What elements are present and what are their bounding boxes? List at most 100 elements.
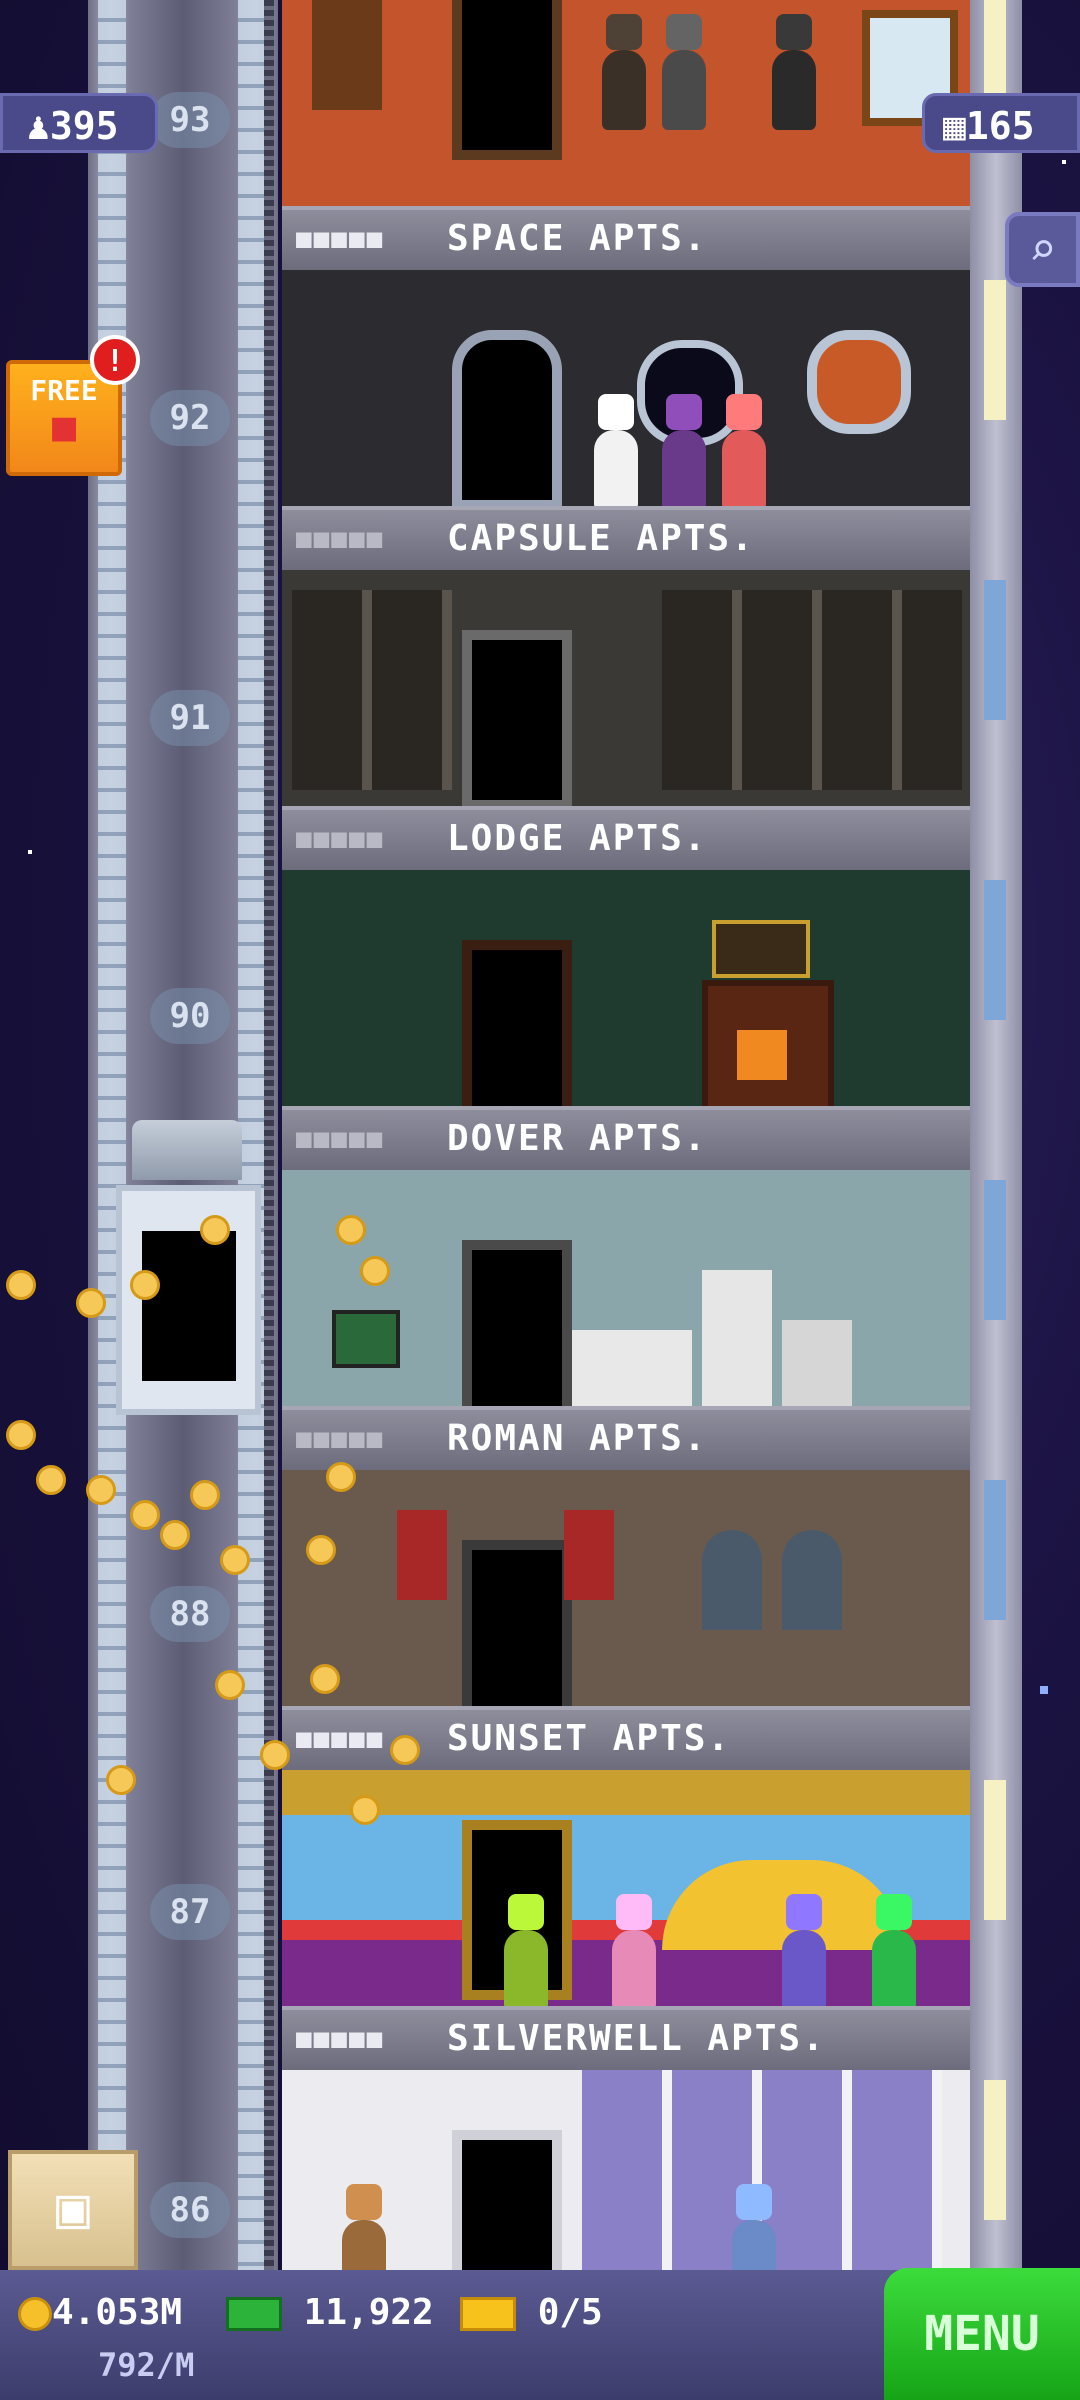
bux-counter[interactable]: ▦165 [922,93,1080,153]
bookshelf [312,0,382,110]
tenant[interactable] [772,50,816,130]
column-window [984,2080,1006,2220]
coins-value: 4.053M [52,2292,183,2333]
floor-stars: ■■■■■ [296,524,385,554]
floor-name: SPACE APTS. [447,218,708,259]
elevator-car[interactable] [116,1185,261,1415]
room-interior [282,2070,970,2270]
floor-number: 90 [150,988,230,1044]
bux-icon [226,2297,282,2331]
tenant[interactable] [602,50,646,130]
coin-particle [360,1256,390,1286]
tower-right-column [970,0,1022,2270]
notification-badge: ! [90,335,140,385]
banner [564,1510,614,1600]
coin-particle [190,1480,220,1510]
column-window [984,1180,1006,1320]
room-interior [282,1770,970,2010]
column-window [984,280,1006,420]
floor-number: 91 [150,690,230,746]
building-icon: ▦ [943,104,966,148]
capsule-bunks [292,590,452,790]
crate-button[interactable]: ▣ [8,2150,138,2270]
crate-icon: ▣ [56,2176,90,2241]
floor-label-bar: ■■■■■ CAPSULE APTS. [282,506,970,570]
tenant[interactable] [782,1930,826,2010]
menu-button[interactable]: MENU [884,2268,1080,2400]
star [28,850,32,854]
room-door [462,1540,572,1720]
banner [397,1510,447,1600]
tenant[interactable] [662,430,706,510]
tv [332,1310,400,1368]
floor-roman[interactable]: ■■■■■ ROMAN APTS. [282,1170,970,1470]
star [1062,160,1066,164]
tenant[interactable] [612,1930,656,2010]
floor-top-room[interactable]: ■■■■■ SPACE APTS. [282,0,970,270]
tenant[interactable] [732,2220,776,2270]
elevator-door [142,1231,236,1381]
room-door [462,1240,572,1420]
porthole-mars [807,330,911,434]
coin-particle [36,1465,66,1495]
floor-lodge[interactable]: ■■■■■ LODGE APTS. [282,570,970,870]
search-button[interactable]: ⌕ [1005,212,1080,287]
fridge [702,1270,772,1410]
floor-label-bar: ■■■■■ ROMAN APTS. [282,1406,970,1470]
coins-display[interactable]: 4.053M [18,2292,182,2333]
floor-label-bar: ■■■■■ SUNSET APTS. [282,1706,970,1770]
floor-name: CAPSULE APTS. [447,518,755,559]
room-door [462,630,572,810]
gift-icon: ■ [51,404,77,450]
room-interior [282,0,970,210]
ticket-icon [460,2297,516,2331]
shaft-cable [264,0,274,2270]
coin-particle [130,1500,160,1530]
column-window [984,1480,1006,1620]
coin-particle [220,1545,250,1575]
floor-stars: ■■■■■ [296,2024,385,2054]
tenant[interactable] [594,430,638,510]
floor-capsule[interactable]: ■■■■■ CAPSULE APTS. [282,270,970,570]
bux-total-display[interactable]: 11,922 [226,2292,434,2333]
coin-particle [215,1670,245,1700]
population-counter[interactable]: ♟395 [0,93,158,153]
tenant[interactable] [872,1930,916,2010]
floor-number: 86 [150,2182,230,2238]
tenant[interactable] [504,1930,548,2010]
coin-particle [260,1740,290,1770]
sunset-sun [662,1860,902,1950]
coin-particle [130,1270,160,1300]
floor-stars: ■■■■■ [296,1424,385,1454]
floor-silverwell[interactable]: ■■■■■ SILVERWELL APTS. [282,1770,970,2070]
room-interior [282,1470,970,1720]
floor-number: 93 [150,92,230,148]
coin-particle [336,1215,366,1245]
coin-particle [306,1535,336,1565]
tenant[interactable] [662,50,706,130]
tenant[interactable] [342,2220,386,2270]
floor-bottom-room[interactable] [282,2070,970,2270]
floor-sunset[interactable]: ■■■■■ SUNSET APTS. [282,1470,970,1770]
floor-name: ROMAN APTS. [447,1418,708,1459]
tickets-display[interactable]: 0/5 [460,2292,603,2333]
floor-label-bar: ■■■■■ SILVERWELL APTS. [282,2006,970,2070]
room-interior [282,270,970,510]
arched-window [782,1530,842,1630]
bux-total-value: 11,922 [303,2292,434,2333]
tenant[interactable] [722,430,766,510]
coin-particle [326,1462,356,1492]
floor-name: DOVER APTS. [447,1118,708,1159]
floor-name: SILVERWELL APTS. [447,2018,826,2059]
floor-name: LODGE APTS. [447,818,708,859]
kitchen-counter [572,1330,692,1410]
floor-stars: ■■■■■ [296,224,385,254]
coin-particle [6,1270,36,1300]
floor-name: SUNSET APTS. [447,1718,732,1759]
room-door [462,940,572,1120]
population-value: 395 [49,104,119,148]
floor-dover[interactable]: ■■■■■ DOVER APTS. [282,870,970,1170]
bux-value: 165 [965,104,1035,148]
arched-window [702,1530,762,1630]
room-interior [282,1170,970,1420]
